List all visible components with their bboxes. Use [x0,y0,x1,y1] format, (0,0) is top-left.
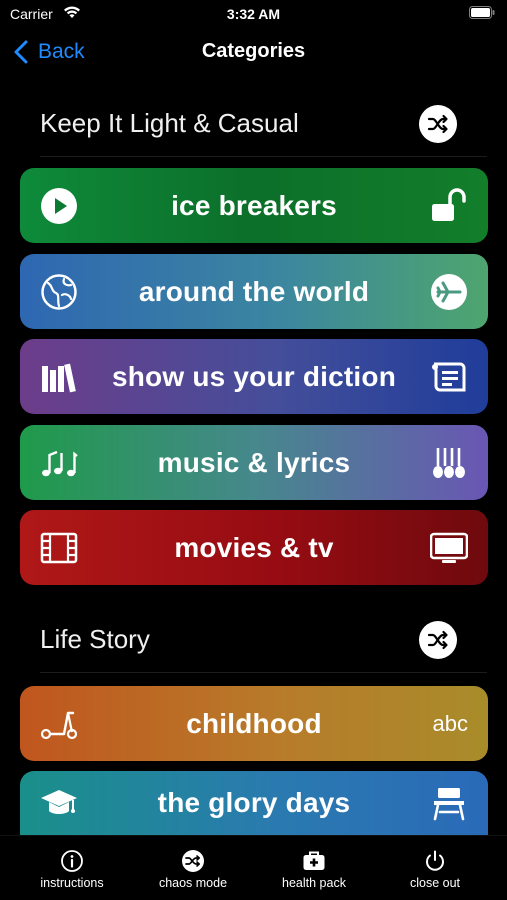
section-header: Life Story [40,619,487,659]
tab-label: health pack [282,876,346,890]
category-the-glory-days[interactable]: the glory days [20,771,488,835]
category-childhood[interactable]: childhood abc [20,686,488,761]
section-title: Life Story [40,623,150,654]
tab-label: close out [409,876,461,890]
school-desk-icon [430,784,468,822]
unlocked-padlock-icon [430,187,468,225]
category-label: movies & tv [174,531,334,563]
divider [40,156,487,157]
page-title: Categories [201,40,306,62]
bottom-tab-bar: instructions chaos mode health pack clos… [0,835,507,900]
shuffle-icon [427,630,448,650]
category-label: show us your diction [111,360,396,392]
info-icon [61,850,83,872]
clock: 3:32 AM [226,6,281,22]
category-music-and-lyrics[interactable]: music & lyrics [20,425,488,500]
section-header: Keep It Light & Casual [40,103,487,143]
abc-text: abc [432,710,468,736]
shuffle-icon [182,850,204,872]
shuffle-section-button[interactable] [419,621,457,659]
guitars-icon [430,444,468,482]
category-show-us-your-diction[interactable]: show us your diction [20,339,488,414]
category-ice-breakers[interactable]: ice breakers [20,168,488,243]
section-title: Keep It Light & Casual [40,107,299,138]
category-around-the-world[interactable]: around the world [20,254,488,329]
category-label: music & lyrics [157,446,351,478]
category-label: ice breakers [171,189,337,221]
tab-label: chaos mode [158,876,228,890]
category-label: childhood [186,707,322,739]
shuffle-icon [427,114,448,134]
battery-icon [469,6,495,19]
divider [40,672,487,673]
tab-chaos-mode[interactable]: chaos mode [130,836,256,900]
scroll-icon [430,358,468,396]
shuffle-section-button[interactable] [419,105,457,143]
tv-icon [430,529,468,567]
tab-label: instructions [40,876,104,890]
first-aid-kit-icon [303,851,325,870]
tab-health-pack[interactable]: health pack [251,836,377,900]
tab-instructions[interactable]: instructions [9,836,135,900]
category-label: the glory days [157,787,351,818]
airplane-circle-icon [430,273,468,311]
status-bar: Carrier 3:32 AM [0,0,507,28]
category-label: around the world [138,275,370,307]
power-icon [426,850,444,871]
navigation-bar: Back Categories [0,30,507,74]
category-movies-and-tv[interactable]: movies & tv [20,510,488,585]
tab-close-out[interactable]: close out [372,836,498,900]
